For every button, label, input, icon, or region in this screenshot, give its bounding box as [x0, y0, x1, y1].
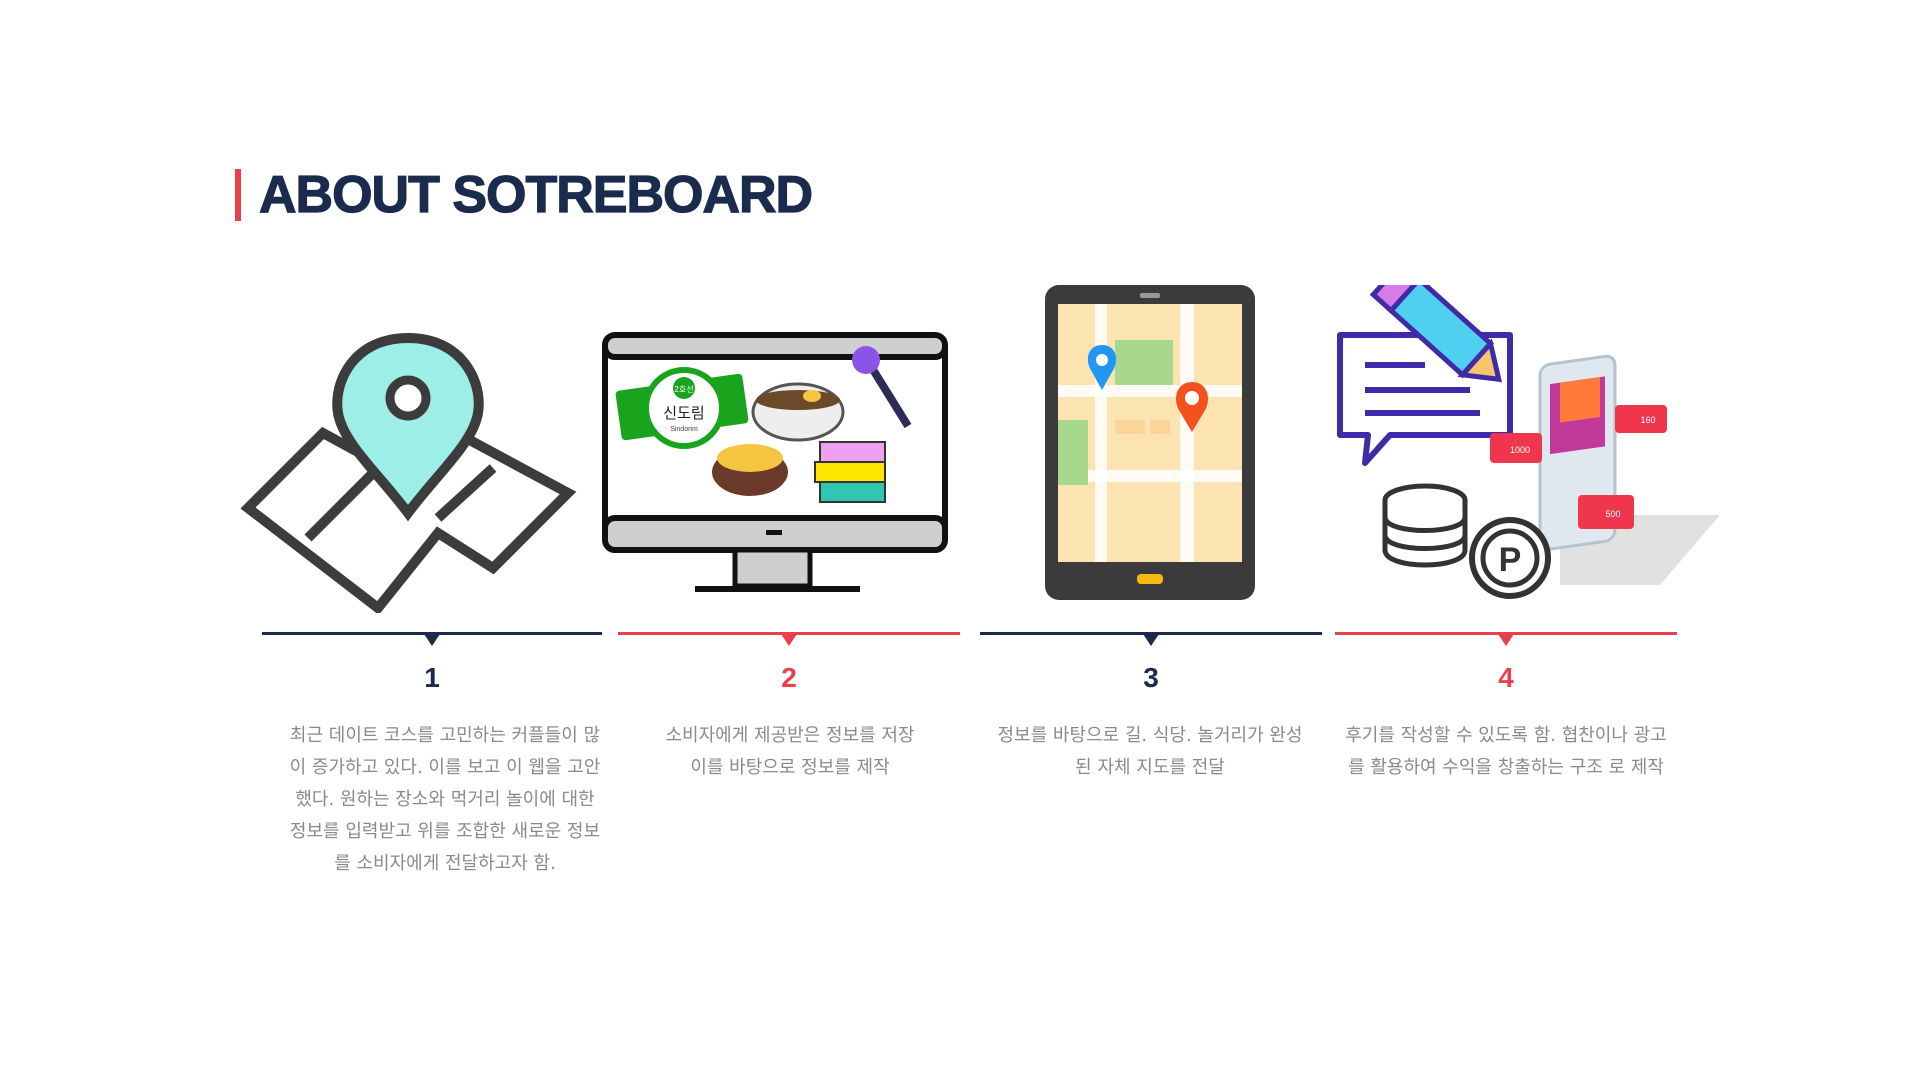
step-number-4: 4 [1498, 662, 1514, 693]
timeline-marker-1 [424, 634, 440, 646]
brand-badge: 2호선 [674, 385, 693, 394]
timeline-segment-4 [1335, 632, 1677, 646]
timeline-segment-2 [618, 632, 960, 646]
coin-label: P [1499, 541, 1522, 579]
comments-count: 500 [1605, 509, 1620, 519]
step-number-3: 3 [1143, 662, 1159, 693]
step-description-3: 정보를 바탕으로 길. 식당. 놀거리가 완성된 자체 지도를 전달 [997, 725, 1303, 778]
timeline-segment-3 [980, 632, 1322, 646]
title-accent-bar [235, 169, 241, 221]
step-description-1: 최근 데이트 코스를 고민하는 커플들이 많이 증가하고 있다. 이를 보고 이… [289, 725, 601, 874]
step-description-2: 소비자에게 제공받은 정보를 저장 이를 바탕으로 정보를 제작 [665, 725, 915, 778]
step-number-2: 2 [781, 662, 797, 693]
step-description-4: 후기를 작성할 수 있도록 함. 협찬이나 광고를 활용하여 수익을 창출하는 … [1345, 725, 1667, 778]
tablet-map-icon [1045, 285, 1255, 600]
timeline-marker-3 [1143, 634, 1159, 646]
monitor-icon: 2호선 신도림 Sindorim [602, 332, 948, 592]
timeline-segment-1 [262, 632, 602, 646]
section-header: ABOUT SOTREBOARD [235, 165, 814, 225]
review-revenue-icon: 1000 160 500 P [1337, 285, 1720, 599]
timeline-marker-4 [1498, 634, 1514, 646]
step-number-1: 1 [424, 662, 440, 693]
brand-subname: Sindorim [670, 426, 698, 433]
timeline-marker-2 [781, 634, 797, 646]
followers-count: 160 [1640, 415, 1655, 425]
map-pin-icon [240, 332, 577, 613]
likes-count: 1000 [1510, 445, 1530, 455]
brand-name: 신도림 [663, 404, 704, 422]
page-title: ABOUT SOTREBOARD [258, 165, 813, 224]
